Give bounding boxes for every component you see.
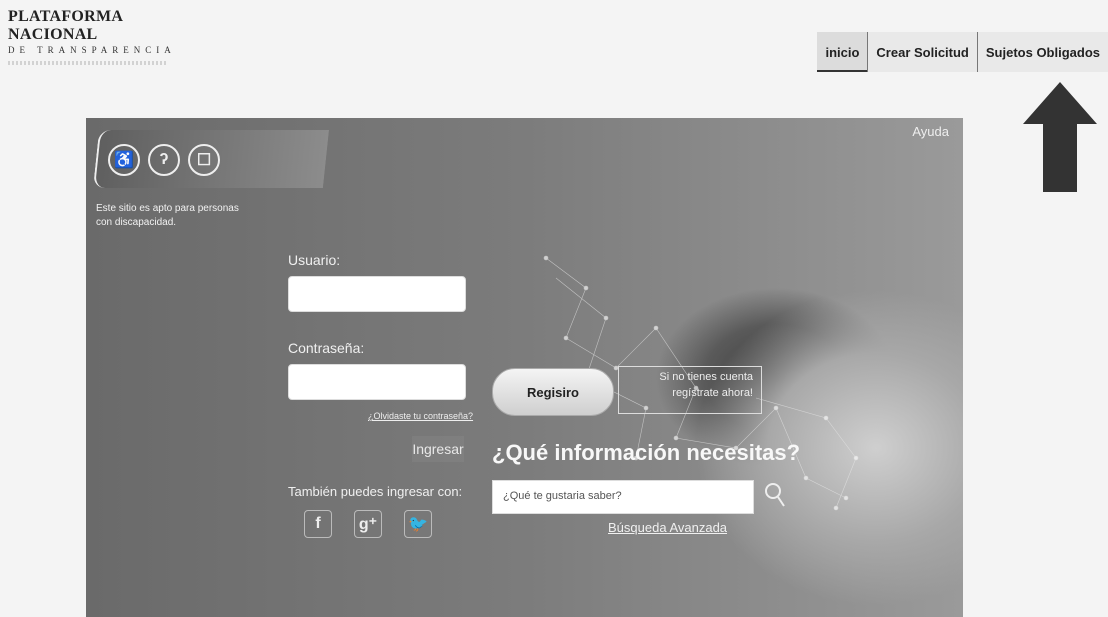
password-input[interactable] [288,364,466,400]
login-button[interactable]: Ingresar [412,436,464,462]
facebook-icon[interactable]: f [304,510,332,538]
up-arrow-annotation [1023,82,1097,192]
username-label: Usuario: [288,252,341,268]
search-input[interactable]: ¿Qué te gustaria saber? [492,480,754,514]
wheelchair-icon[interactable]: ♿ [108,144,140,176]
social-login-buttons: f g⁺ 🐦 [304,510,432,538]
ear-icon[interactable]: ʔ [148,144,180,176]
accessibility-icons: ♿ ʔ ☐ [108,144,220,176]
speech-bubble-icon[interactable]: ☐ [188,144,220,176]
register-prompt[interactable]: Si no tienes cuenta regístrate ahora! [618,366,762,414]
google-plus-icon[interactable]: g⁺ [354,510,382,538]
nav-item-sujetos-obligados[interactable]: Sujetos Obligados [976,32,1108,72]
search-icon[interactable] [762,480,788,510]
site-logo[interactable]: PLATAFORMA NACIONAL DE TRANSPARENCIA [8,8,208,65]
login-panel: ♿ ʔ ☐ Este sitio es apto para personas c… [86,118,963,617]
help-link[interactable]: Ayuda [912,124,949,139]
nav-item-crear-solicitud[interactable]: Crear Solicitud [867,32,977,72]
accessibility-text: Este sitio es apto para personas con dis… [96,203,239,228]
forgot-password-link[interactable]: ¿Olvidaste tu contraseña? [368,411,473,421]
password-label: Contraseña: [288,340,365,356]
search-question-heading: ¿Qué información necesitas? [492,440,801,465]
register-button[interactable]: Regisiro [492,368,614,416]
username-input[interactable] [288,276,466,312]
twitter-icon[interactable]: 🐦 [404,510,432,538]
advanced-search-link[interactable]: Búsqueda Avanzada [608,520,727,535]
social-login-label: También puedes ingresar con: [288,484,463,499]
top-nav: inicio Crear Solicitud Sujetos Obligados [817,32,1108,72]
logo-url-line [8,61,168,65]
nav-item-inicio[interactable]: inicio [817,32,868,72]
register-prompt-line1: Si no tienes cuenta [659,371,753,383]
register-prompt-line2: regístrate ahora! [672,387,753,399]
logo-title: PLATAFORMA NACIONAL [8,8,123,43]
logo-subtitle: DE TRANSPARENCIA [8,45,176,55]
